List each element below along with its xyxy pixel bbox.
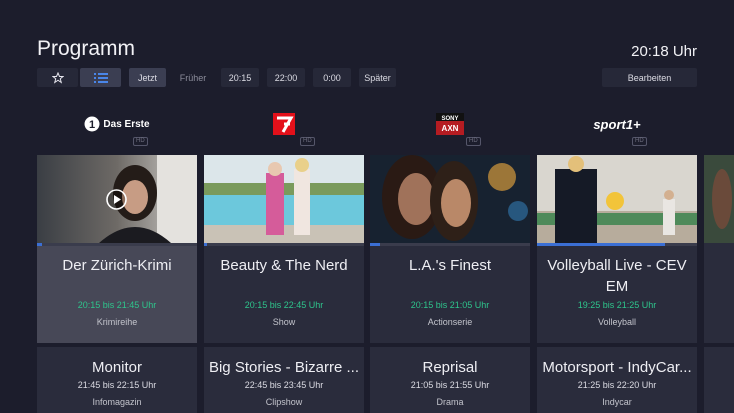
- program-time: 22:45 bis 23:45 Uhr: [244, 380, 324, 390]
- program-genre: Volleyball: [597, 317, 637, 327]
- program-genre: Show: [272, 317, 296, 327]
- edit-button[interactable]: Bearbeiten: [602, 68, 697, 87]
- time-2015-button[interactable]: 20:15: [221, 68, 259, 87]
- program-time: 21:25 bis 22:20 Uhr: [577, 380, 657, 390]
- next-channel-card-peek[interactable]: [704, 155, 734, 343]
- progress-track: [204, 243, 364, 246]
- program-card-sport1plus-now[interactable]: Volleyball Live - CEV EM 19:25 bis 21:25…: [537, 155, 697, 343]
- program-card-prosieben-now[interactable]: Beauty & The Nerd 20:15 bis 22:45 Uhr Sh…: [204, 155, 364, 343]
- progress-track: [37, 243, 197, 246]
- program-time: 19:25 bis 21:25 Uhr: [577, 300, 657, 310]
- svg-text:1: 1: [89, 119, 95, 131]
- program-title: Beauty & The Nerd: [220, 257, 348, 274]
- program-card-sony-axn-now[interactable]: L.A.'s Finest 20:15 bis 21:05 Uhr Action…: [370, 155, 530, 343]
- channel-logo-prosieben: [204, 113, 364, 135]
- clock: 20:18 Uhr: [631, 43, 697, 60]
- program-card-prosieben-next[interactable]: Big Stories - Bizarre ... 22:45 bis 23:4…: [204, 347, 364, 413]
- progress-track: [370, 243, 530, 246]
- program-time: 21:45 bis 22:15 Uhr: [77, 380, 157, 390]
- program-card-sport1plus-next[interactable]: Motorsport - IndyCar... 21:25 bis 22:20 …: [537, 347, 697, 413]
- favorites-button[interactable]: [37, 68, 78, 87]
- next-channel-card-peek[interactable]: [704, 347, 734, 413]
- program-time: 20:15 bis 22:45 Uhr: [244, 300, 324, 310]
- progress-bar: [537, 243, 665, 246]
- list-view-button[interactable]: [80, 68, 121, 87]
- channel-logo-das-erste: 1 Das Erste: [37, 113, 197, 135]
- earlier-button[interactable]: Früher: [174, 68, 212, 87]
- time-2200-button[interactable]: 22:00: [267, 68, 305, 87]
- progress-bar: [37, 243, 42, 246]
- progress-bar: [370, 243, 380, 246]
- program-card-das-erste-next[interactable]: Monitor 21:45 bis 22:15 Uhr Infomagazin: [37, 347, 197, 413]
- svg-text:AXN: AXN: [442, 124, 459, 133]
- channel-name: sport1+: [593, 116, 641, 132]
- thumbnail: [537, 155, 697, 243]
- program-genre: Drama: [436, 397, 464, 407]
- program-title: Monitor: [91, 359, 143, 376]
- program-title: Big Stories - Bizarre ...: [208, 359, 360, 376]
- thumbnail: [204, 155, 364, 243]
- program-title: Reprisal: [422, 359, 478, 376]
- program-time: 21:05 bis 21:55 Uhr: [410, 380, 490, 390]
- das-erste-logo-icon: 1: [84, 116, 100, 132]
- svg-text:SONY: SONY: [441, 116, 458, 122]
- program-genre: Infomagazin: [92, 397, 142, 407]
- later-button[interactable]: Später: [359, 68, 396, 87]
- program-title: Der Zürich-Krimi: [62, 257, 172, 274]
- program-genre: Clipshow: [265, 397, 303, 407]
- program-genre: Krimireihe: [96, 317, 138, 327]
- program-genre: Actionserie: [427, 317, 473, 327]
- program-title: Motorsport - IndyCar...: [542, 359, 692, 376]
- sony-axn-logo-icon: SONY AXN: [436, 113, 464, 135]
- channel-logo-sport1plus: sport1+: [537, 113, 697, 135]
- channel-logo-sony-axn: SONY AXN: [370, 113, 530, 135]
- thumbnail: [370, 155, 530, 243]
- program-card-sony-axn-next[interactable]: Reprisal 21:05 bis 21:55 Uhr Drama: [370, 347, 530, 413]
- program-title: L.A.'s Finest: [408, 257, 492, 274]
- hd-badge: HD: [133, 137, 148, 146]
- star-icon: [51, 71, 64, 84]
- hd-badge: HD: [300, 137, 315, 146]
- now-button[interactable]: Jetzt: [129, 68, 166, 87]
- program-time: 20:15 bis 21:05 Uhr: [410, 300, 490, 310]
- program-title: Volleyball Live - CEV EM: [547, 257, 687, 295]
- page-title: Programm: [37, 37, 136, 60]
- program-card-das-erste-now[interactable]: Der Zürich-Krimi 20:15 bis 21:45 Uhr Kri…: [37, 155, 197, 343]
- play-icon[interactable]: [106, 189, 127, 210]
- time-0000-button[interactable]: 0:00: [313, 68, 351, 87]
- hd-badge: HD: [632, 137, 647, 146]
- prosieben-logo-icon: [273, 113, 295, 135]
- progress-bar: [204, 243, 208, 246]
- list-icon: [93, 72, 108, 83]
- channel-name: Das Erste: [103, 118, 150, 130]
- program-genre: Indycar: [602, 397, 632, 407]
- hd-badge: HD: [466, 137, 481, 146]
- program-time: 20:15 bis 21:45 Uhr: [77, 300, 157, 310]
